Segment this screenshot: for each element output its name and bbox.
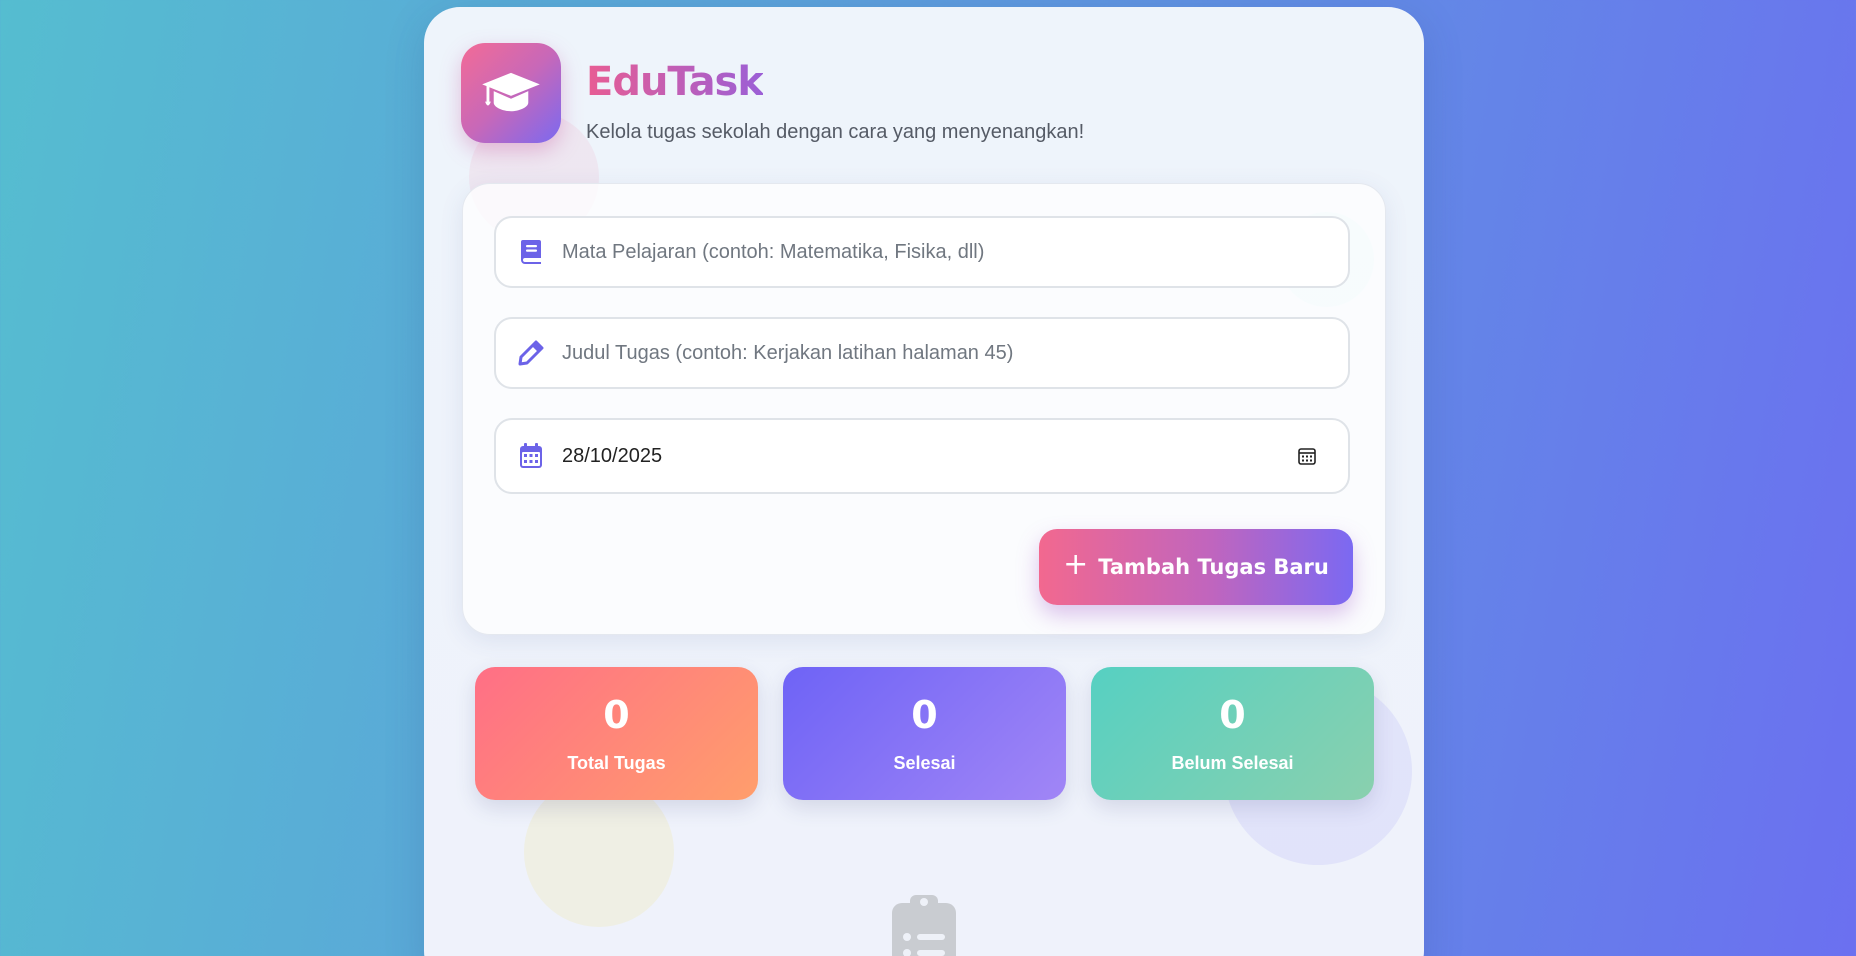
- due-date-field[interactable]: [494, 418, 1350, 494]
- app-subtitle: Kelola tugas sekolah dengan cara yang me…: [586, 121, 1085, 143]
- subject-field[interactable]: [494, 216, 1350, 288]
- subject-input[interactable]: [560, 217, 1348, 287]
- stat-pending-label: Belum Selesai: [1171, 753, 1294, 773]
- stat-total-card: 0 Total Tugas: [475, 667, 758, 800]
- clipboard-list-icon: [890, 893, 958, 956]
- add-task-button[interactable]: + Tambah Tugas Baru: [1039, 529, 1353, 605]
- app-logo: [461, 43, 561, 143]
- main-card: EduTask Kelola tugas sekolah dengan cara…: [424, 7, 1424, 956]
- stat-pending-card: 0 Belum Selesai: [1091, 667, 1374, 800]
- stat-done-label: Selesai: [893, 753, 956, 773]
- task-title-input[interactable]: [560, 318, 1348, 388]
- task-title-field[interactable]: [494, 317, 1350, 389]
- app-title: EduTask: [586, 59, 764, 105]
- stat-pending-value: 0: [1219, 693, 1246, 737]
- graduation-cap-icon: [482, 72, 540, 112]
- add-task-label: Tambah Tugas Baru: [1098, 555, 1329, 579]
- stat-total-value: 0: [603, 693, 630, 737]
- plus-icon: +: [1063, 547, 1089, 582]
- stat-total-label: Total Tugas: [567, 753, 666, 773]
- calendar-picker-icon[interactable]: [1296, 445, 1318, 467]
- pencil-icon: [518, 340, 544, 366]
- book-icon: [518, 239, 544, 265]
- stat-done-value: 0: [911, 693, 938, 737]
- task-form: + Tambah Tugas Baru: [462, 183, 1386, 635]
- calendar-icon: [518, 443, 544, 469]
- due-date-input[interactable]: [560, 419, 1296, 493]
- stat-done-card: 0 Selesai: [783, 667, 1066, 800]
